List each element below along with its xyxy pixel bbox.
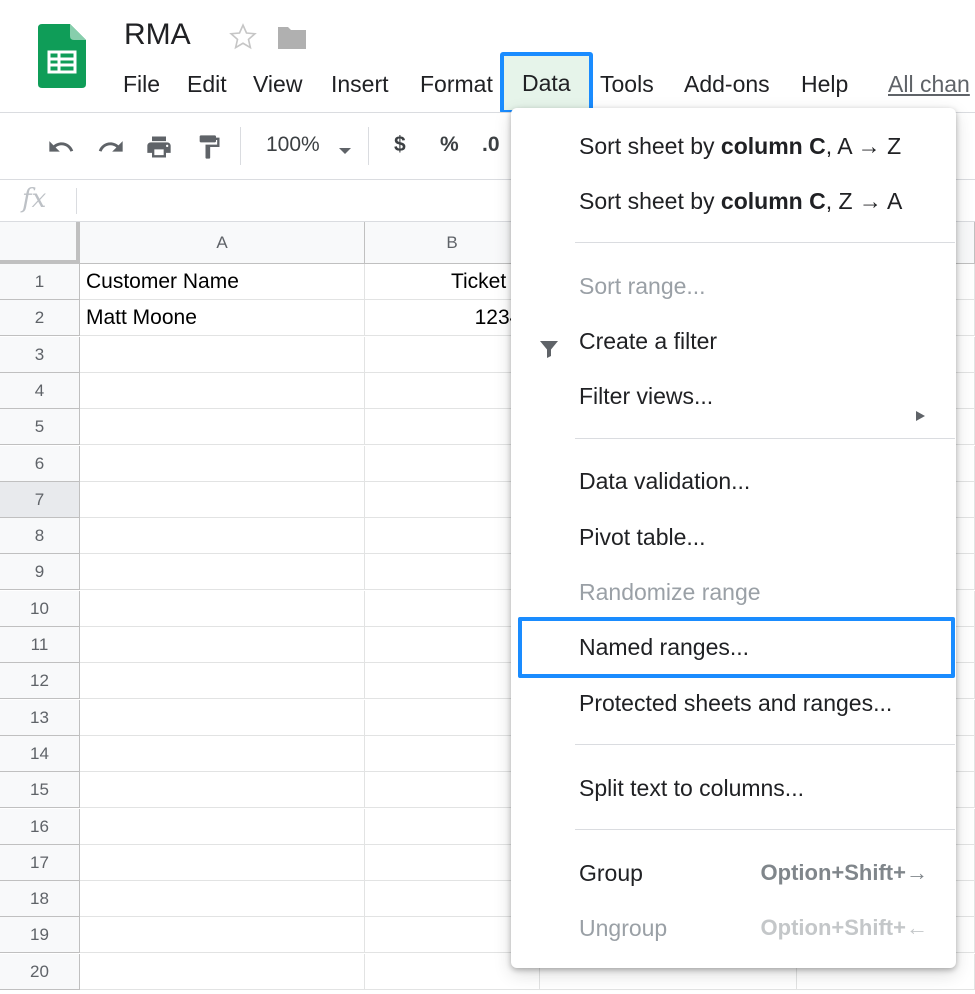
- row-header-2[interactable]: 2: [0, 300, 80, 337]
- row-header-17[interactable]: 17: [0, 844, 80, 881]
- row-header-7[interactable]: 7: [0, 481, 80, 518]
- toolbar-divider: [368, 127, 369, 165]
- star-icon[interactable]: [228, 22, 258, 52]
- cell-a3[interactable]: [80, 336, 365, 373]
- menu-add-ons[interactable]: Add-ons: [684, 62, 770, 106]
- row-header-1[interactable]: 1: [0, 264, 80, 300]
- all-changes-link[interactable]: All chan: [888, 62, 970, 106]
- menu-item-sort-az[interactable]: Sort sheet by column C, A → Z: [511, 122, 956, 170]
- menu-tools[interactable]: Tools: [600, 62, 654, 106]
- menu-item-pivot-table[interactable]: Pivot table...: [511, 513, 956, 561]
- cell-a2[interactable]: Matt Moone: [80, 300, 365, 337]
- app-header: RMA File Edit View Insert Format Data To…: [0, 0, 975, 114]
- row-header-8[interactable]: 8: [0, 518, 80, 555]
- redo-icon[interactable]: [96, 133, 126, 161]
- row-header-12[interactable]: 12: [0, 663, 80, 700]
- cell-a5[interactable]: [80, 409, 365, 446]
- zoom-select[interactable]: 100%: [266, 133, 320, 157]
- menu-item-create-filter[interactable]: Create a filter: [511, 317, 956, 365]
- cell-a1[interactable]: Customer Name: [80, 264, 365, 300]
- menu-item-sort-range: Sort range...: [579, 273, 706, 299]
- menu-item-sort-za[interactable]: Sort sheet by column C, Z → A: [511, 177, 956, 225]
- chevron-down-icon[interactable]: [338, 143, 352, 154]
- menu-help[interactable]: Help: [801, 62, 848, 106]
- cell-a18[interactable]: [80, 881, 365, 918]
- toolbar-divider: [240, 127, 241, 165]
- cell-a14[interactable]: [80, 735, 365, 772]
- shortcut-label: Option+Shift+←: [760, 915, 928, 940]
- menu-divider: [575, 438, 955, 439]
- cell-a15[interactable]: [80, 772, 365, 809]
- cell-a11[interactable]: [80, 627, 365, 663]
- cell-a13[interactable]: [80, 699, 365, 736]
- menu-item-randomize-range: Randomize range: [579, 579, 761, 605]
- row-header-16[interactable]: 16: [0, 808, 80, 845]
- data-menu-dropdown: Sort sheet by column C, A → Z Sort sheet…: [511, 108, 956, 968]
- menu-data[interactable]: Data: [500, 52, 593, 114]
- row-header-4[interactable]: 4: [0, 372, 80, 409]
- menu-item-named-ranges[interactable]: Named ranges...: [511, 623, 956, 671]
- cell-a9[interactable]: [80, 554, 365, 591]
- cell-a7[interactable]: [80, 481, 365, 518]
- row-header-15[interactable]: 15: [0, 772, 80, 809]
- menu-item-data-validation[interactable]: Data validation...: [511, 457, 956, 505]
- folder-icon[interactable]: [276, 25, 308, 51]
- menu-item-ungroup: Ungroup Option+Shift+←: [511, 904, 956, 952]
- column-header-a[interactable]: A: [80, 222, 365, 264]
- menu-view[interactable]: View: [253, 62, 302, 106]
- cell-a4[interactable]: [80, 372, 365, 409]
- decrease-decimal-button[interactable]: .0: [482, 133, 500, 157]
- menu-edit[interactable]: Edit: [187, 62, 227, 106]
- print-icon[interactable]: [144, 133, 174, 161]
- menu-file[interactable]: File: [123, 62, 160, 106]
- percent-format-button[interactable]: %: [440, 133, 459, 157]
- menu-item-filter-views[interactable]: Filter views...: [511, 372, 956, 421]
- menu-divider: [575, 744, 955, 745]
- row-header-11[interactable]: 11: [0, 627, 80, 663]
- cell-a8[interactable]: [80, 518, 365, 555]
- cell-a20[interactable]: [80, 953, 365, 990]
- document-title[interactable]: RMA: [124, 18, 191, 52]
- cell-a16[interactable]: [80, 808, 365, 845]
- menu-item-protected-sheets[interactable]: Protected sheets and ranges...: [511, 679, 956, 727]
- cell-a6[interactable]: [80, 445, 365, 482]
- row-header-3[interactable]: 3: [0, 336, 80, 373]
- row-header-13[interactable]: 13: [0, 699, 80, 736]
- cell-a19[interactable]: [80, 917, 365, 954]
- fx-icon: fx: [22, 184, 47, 214]
- menu-bar: File Edit View Insert Format Data Tools …: [0, 52, 975, 114]
- row-header-9[interactable]: 9: [0, 554, 80, 591]
- cell-a10[interactable]: [80, 590, 365, 627]
- row-header-19[interactable]: 19: [0, 917, 80, 954]
- menu-divider: [575, 829, 955, 830]
- menu-item-group[interactable]: Group Option+Shift+→: [511, 849, 956, 897]
- row-header-18[interactable]: 18: [0, 881, 80, 918]
- cell-a12[interactable]: [80, 663, 365, 700]
- shortcut-label: Option+Shift+→: [760, 860, 928, 885]
- formula-divider: [76, 188, 77, 214]
- row-header-10[interactable]: 10: [0, 590, 80, 627]
- cell-a17[interactable]: [80, 844, 365, 881]
- menu-insert[interactable]: Insert: [331, 62, 389, 106]
- row-header-6[interactable]: 6: [0, 445, 80, 482]
- submenu-arrow-icon: [914, 390, 926, 421]
- row-header-5[interactable]: 5: [0, 409, 80, 446]
- row-header-14[interactable]: 14: [0, 735, 80, 772]
- select-all-corner[interactable]: [0, 222, 80, 264]
- menu-item-split-text[interactable]: Split text to columns...: [511, 764, 956, 812]
- menu-divider: [575, 242, 955, 243]
- filter-icon: [537, 329, 561, 358]
- paint-format-icon[interactable]: [194, 133, 224, 161]
- undo-icon[interactable]: [46, 133, 76, 161]
- currency-format-button[interactable]: $: [394, 133, 406, 157]
- row-header-20[interactable]: 20: [0, 953, 80, 990]
- menu-format[interactable]: Format: [420, 62, 493, 106]
